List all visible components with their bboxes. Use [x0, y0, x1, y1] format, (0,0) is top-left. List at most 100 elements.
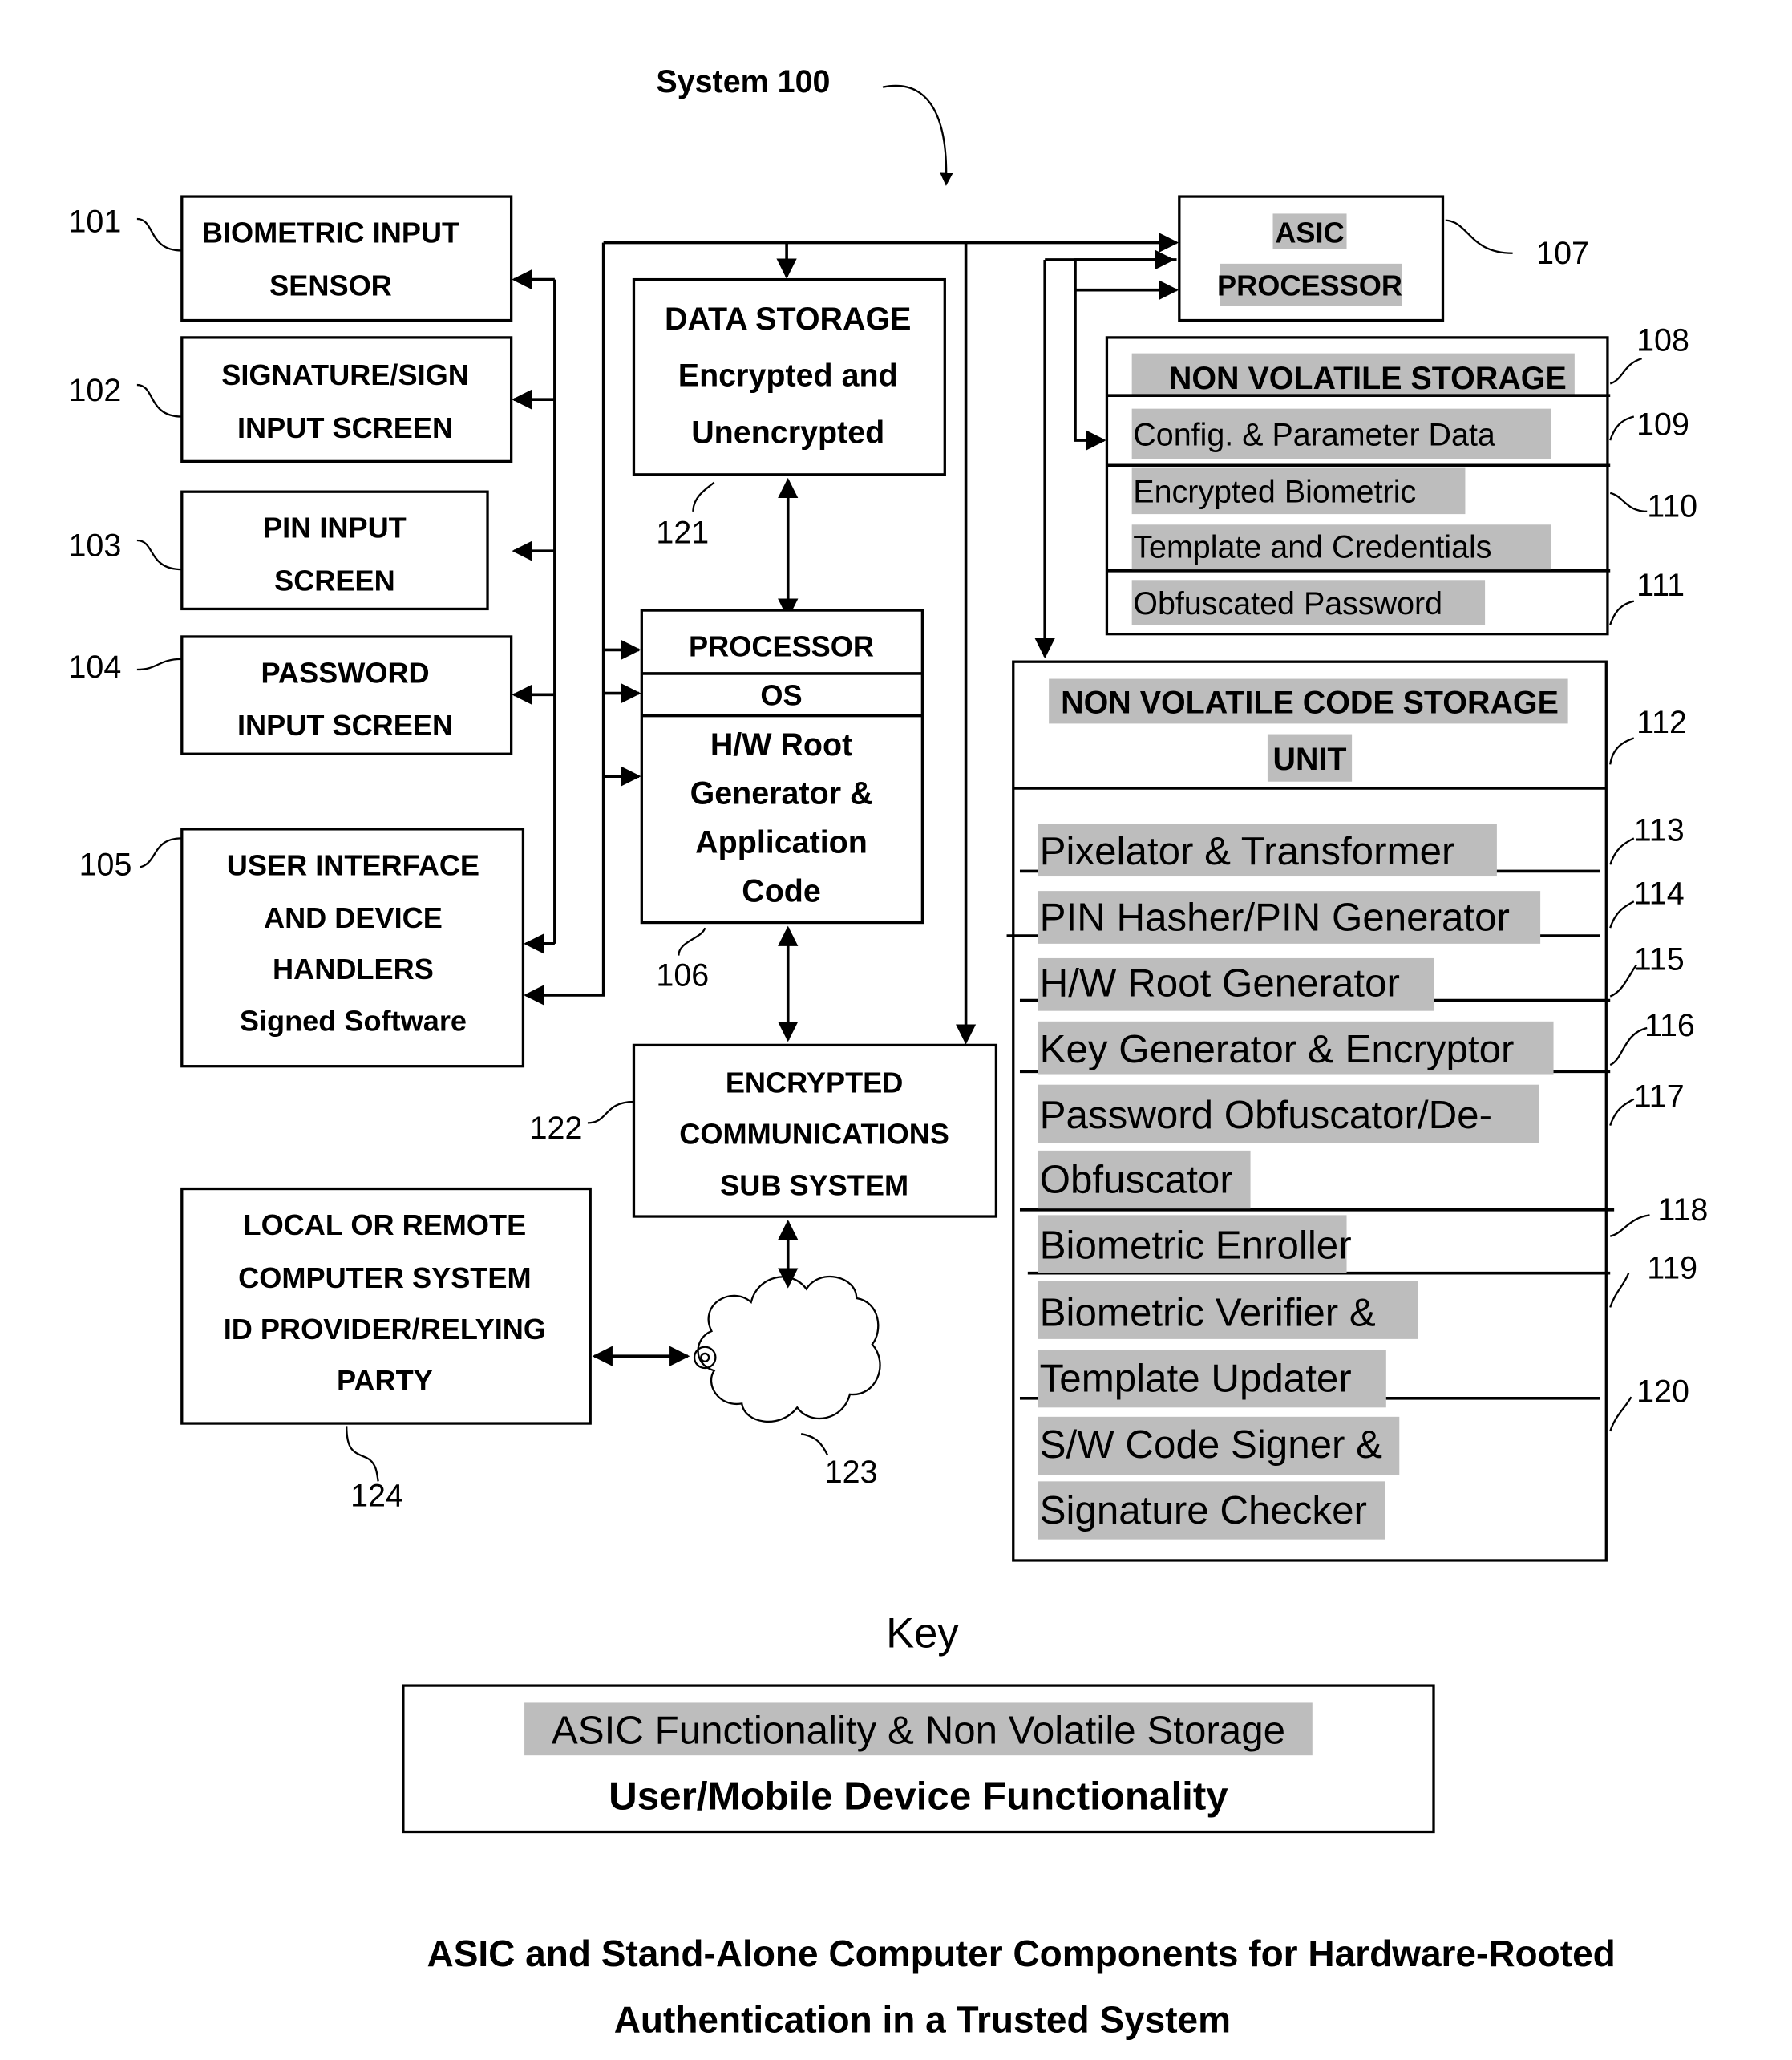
ref-117: 117	[1634, 1079, 1685, 1115]
processor-os: OS	[760, 678, 802, 711]
code-row-115: H/W Root Generator	[1040, 961, 1400, 1006]
leader-113	[1609, 837, 1635, 865]
key-title: Key	[886, 1609, 959, 1657]
pin-screen-block: PIN INPUT SCREEN 103	[68, 490, 489, 611]
leader-102	[136, 383, 182, 418]
leader-115	[1609, 964, 1638, 998]
remote-system-block: LOCAL OR REMOTE COMPUTER SYSTEM ID PROVI…	[180, 1187, 592, 1514]
leader-118	[1609, 1214, 1650, 1237]
leader-101	[136, 217, 182, 252]
biometric-sensor-block: BIOMETRIC INPUT SENSOR 101	[68, 195, 513, 322]
leader-121	[692, 481, 715, 512]
leader-124	[346, 1426, 379, 1482]
remote-line-3: ID PROVIDER/RELYING	[224, 1313, 546, 1346]
comm-line-2: COMMUNICATIONS	[679, 1118, 949, 1151]
code-row-117-line-2: Obfuscator	[1040, 1157, 1233, 1201]
code-storage-title-line-2: UNIT	[1273, 742, 1347, 777]
processor-header: PROCESSOR	[689, 630, 874, 663]
ref-120: 120	[1636, 1374, 1689, 1410]
ref-113: 113	[1634, 813, 1685, 848]
leader-119	[1609, 1273, 1630, 1308]
pin-screen-line-2: SCREEN	[274, 564, 395, 597]
leader-122	[587, 1100, 634, 1124]
ref-116: 116	[1644, 1008, 1695, 1043]
code-row-118: Biometric Enroller	[1040, 1224, 1352, 1268]
nv-row-109: Config. & Parameter Data	[1133, 418, 1495, 453]
password-screen-line-2: INPUT SCREEN	[237, 709, 453, 742]
leader-110	[1609, 492, 1648, 512]
leader-123	[800, 1433, 829, 1456]
ui-handlers-line-2: AND DEVICE	[264, 901, 443, 934]
code-row-120-line-1: S/W Code Signer &	[1040, 1423, 1383, 1467]
system-pointer-arrow	[882, 84, 953, 186]
data-storage-line-1: DATA STORAGE	[665, 302, 911, 337]
remote-line-4: PARTY	[337, 1364, 433, 1397]
code-row-119-line-1: Biometric Verifier &	[1040, 1290, 1376, 1334]
leader-114	[1609, 900, 1635, 929]
key-user-entry: User/Mobile Device Functionality	[609, 1775, 1228, 1819]
code-row-120-line-2: Signature Checker	[1040, 1488, 1367, 1532]
ref-121: 121	[656, 515, 709, 550]
ui-handlers-line-4: Signed Software	[240, 1004, 467, 1037]
processor-line-2: Generator &	[690, 776, 873, 811]
asic-processor-block: ASIC PROCESSOR 107	[1178, 195, 1589, 322]
code-row-114: PIN Hasher/PIN Generator	[1040, 895, 1510, 939]
password-screen-line-1: PASSWORD	[261, 656, 429, 689]
biometric-sensor-line-1: BIOMETRIC INPUT	[202, 217, 459, 249]
password-screen-block: PASSWORD INPUT SCREEN 104	[68, 635, 513, 755]
leader-107	[1445, 219, 1513, 254]
cloud-icon	[697, 1276, 881, 1423]
remote-line-1: LOCAL OR REMOTE	[244, 1208, 527, 1241]
ref-103: 103	[68, 528, 121, 564]
leader-111	[1609, 600, 1635, 625]
ref-119: 119	[1647, 1250, 1697, 1285]
processor-line-4: Code	[742, 873, 821, 909]
leader-104	[136, 658, 182, 671]
code-row-119-line-2: Template Updater	[1040, 1357, 1352, 1401]
ref-112: 112	[1636, 705, 1687, 740]
code-storage-block: NON VOLATILE CODE STORAGE UNIT 112 Pixel…	[1006, 660, 1708, 1562]
ref-114: 114	[1634, 876, 1685, 912]
code-row-117-line-1: Password Obfuscator/De-	[1040, 1093, 1492, 1137]
ref-106: 106	[656, 957, 709, 993]
ref-122: 122	[530, 1111, 583, 1146]
ref-123: 123	[825, 1455, 878, 1490]
nv-row-111: Obfuscated Password	[1133, 586, 1442, 621]
ref-102: 102	[68, 373, 121, 408]
ui-handlers-line-1: USER INTERFACE	[227, 848, 479, 881]
caption-line-1: ASIC and Stand-Alone Computer Components…	[427, 1933, 1615, 1974]
ref-124: 124	[350, 1479, 403, 1514]
signature-screen-line-2: INPUT SCREEN	[237, 411, 453, 444]
processor-block: PROCESSOR OS H/W Root Generator & Applic…	[640, 609, 924, 993]
ref-109: 109	[1636, 407, 1689, 443]
leader-116	[1609, 1026, 1648, 1066]
ref-105: 105	[79, 847, 132, 882]
ref-101: 101	[68, 204, 121, 239]
left-bus	[512, 242, 641, 1006]
ui-handlers-line-3: HANDLERS	[273, 953, 434, 985]
leader-120	[1609, 1396, 1632, 1432]
system-diagram: System 100 BIOMETRIC INPUT SENSOR 101 SI…	[68, 64, 1708, 2040]
leader-108	[1609, 358, 1643, 385]
ref-111: 111	[1636, 568, 1685, 603]
ui-handlers-block: USER INTERFACE AND DEVICE HANDLERS Signe…	[79, 828, 525, 1068]
leader-112	[1609, 737, 1635, 765]
signature-screen-line-1: SIGNATURE/SIGN	[221, 358, 469, 391]
pin-screen-line-1: PIN INPUT	[263, 512, 407, 544]
code-row-113: Pixelator & Transformer	[1040, 829, 1455, 873]
remote-line-2: COMPUTER SYSTEM	[238, 1261, 531, 1294]
legend-key: Key ASIC Functionality & Non Volatile St…	[402, 1609, 1435, 1834]
nv-row-110-line-2: Template and Credentials	[1133, 529, 1491, 565]
data-storage-line-2: Encrypted and	[678, 358, 898, 394]
system-label: System 100	[656, 64, 830, 99]
asic-line-2: PROCESSOR	[1217, 269, 1402, 302]
leader-117	[1609, 1098, 1635, 1127]
comm-line-1: ENCRYPTED	[726, 1066, 904, 1099]
asic-line-1: ASIC	[1275, 217, 1344, 249]
caption-line-2: Authentication in a Trusted System	[614, 1998, 1231, 2040]
ref-110: 110	[1647, 488, 1697, 524]
ref-104: 104	[68, 650, 121, 685]
biometric-sensor-line-2: SENSOR	[269, 269, 392, 302]
key-asic-entry: ASIC Functionality & Non Volatile Storag…	[552, 1708, 1285, 1752]
leader-106	[678, 927, 706, 956]
